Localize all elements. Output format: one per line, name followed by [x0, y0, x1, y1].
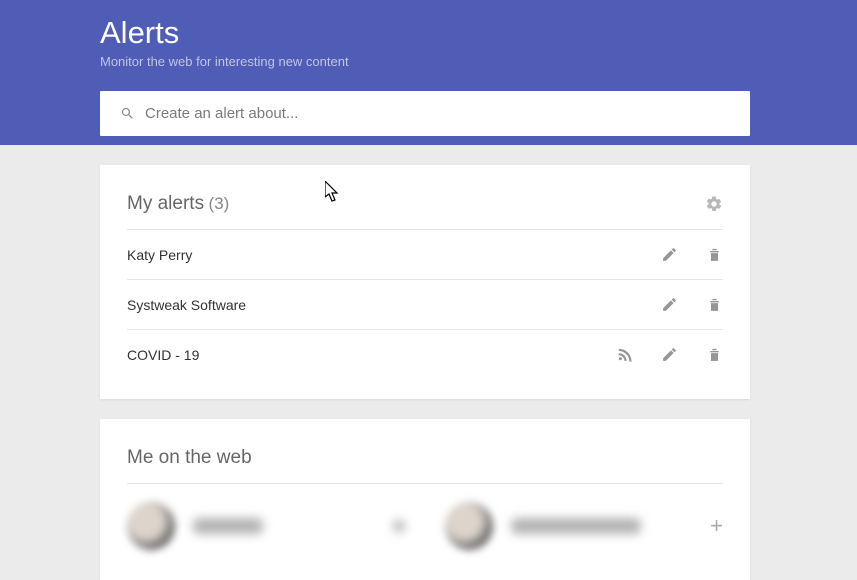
page-title: Alerts: [100, 15, 750, 51]
alert-name[interactable]: COVID - 19: [127, 347, 199, 363]
my-alerts-count: (3): [209, 194, 230, 213]
create-alert-search-box[interactable]: [100, 91, 750, 136]
plus-icon[interactable]: +: [710, 513, 723, 539]
settings-gear-icon[interactable]: [705, 195, 723, 213]
page-subtitle: Monitor the web for interesting new cont…: [100, 54, 750, 69]
avatar: [445, 502, 493, 550]
me-on-web-item[interactable]: +: [445, 502, 723, 550]
alert-row: Katy Perry: [127, 230, 723, 280]
alert-row: COVID - 19: [127, 330, 723, 379]
blurred-name: [511, 518, 641, 534]
me-on-web-card: Me on the web +: [100, 419, 750, 580]
alert-name[interactable]: Systweak Software: [127, 297, 246, 313]
alert-row: Systweak Software: [127, 280, 723, 330]
create-alert-input[interactable]: [145, 105, 730, 122]
edit-icon[interactable]: [661, 296, 678, 313]
trash-icon[interactable]: [706, 346, 723, 363]
trash-icon[interactable]: [706, 296, 723, 313]
me-on-web-header: Me on the web: [127, 447, 723, 484]
blurred-action: [393, 520, 405, 532]
my-alerts-card: My alerts (3) Katy Perry Systweak Softwa…: [100, 165, 750, 399]
my-alerts-title: My alerts: [127, 193, 204, 214]
page-header: Alerts Monitor the web for interesting n…: [0, 0, 857, 145]
search-icon: [120, 106, 135, 121]
edit-icon[interactable]: [661, 346, 678, 363]
edit-icon[interactable]: [661, 246, 678, 263]
my-alerts-header: My alerts (3): [127, 193, 723, 230]
trash-icon[interactable]: [706, 246, 723, 263]
blurred-name: [193, 518, 263, 534]
alert-name[interactable]: Katy Perry: [127, 247, 192, 263]
rss-icon[interactable]: [616, 346, 633, 363]
avatar: [127, 502, 175, 550]
me-on-web-title: Me on the web: [127, 447, 252, 469]
me-on-web-item[interactable]: [127, 502, 405, 550]
